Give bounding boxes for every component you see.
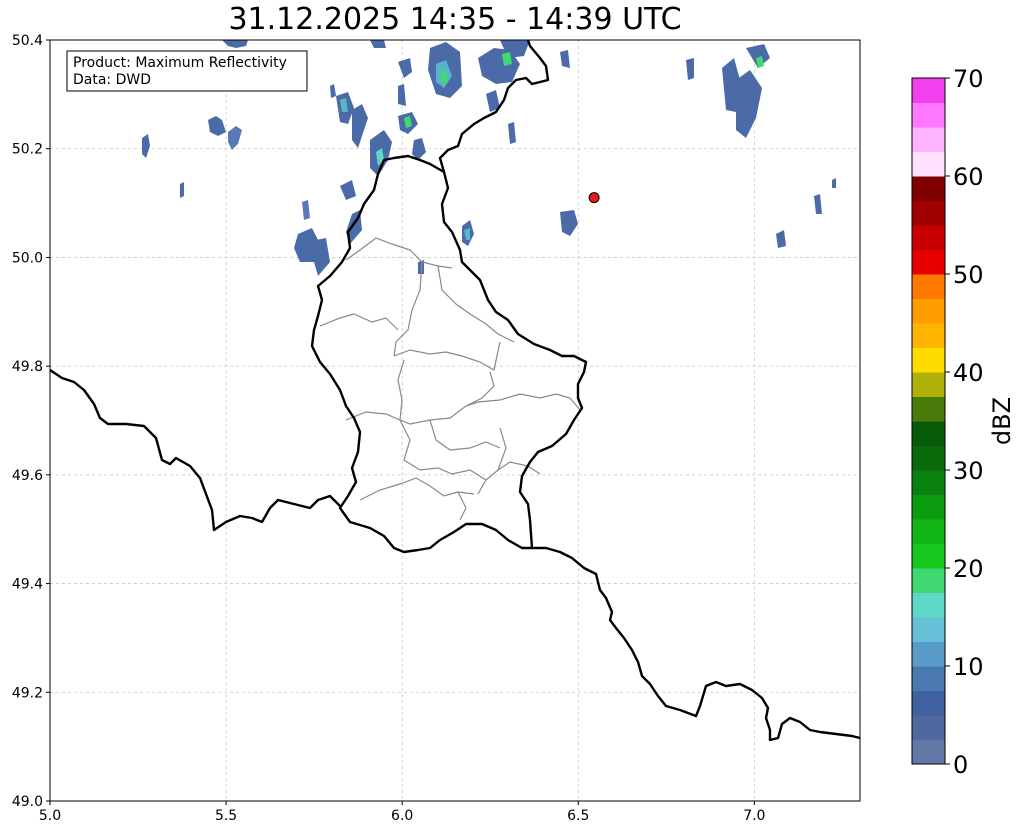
info-data-text: Data: DWD xyxy=(73,72,151,88)
colorbar-segment xyxy=(912,323,945,348)
y-tick-label: 49.8 xyxy=(12,359,43,375)
colorbar-segment xyxy=(912,274,945,299)
colorbar-segment xyxy=(912,200,945,226)
x-tick-label: 6.0 xyxy=(391,808,413,824)
colorbar-segment xyxy=(912,127,945,152)
colorbar-tick-label: 20 xyxy=(953,555,984,583)
colorbar-segment xyxy=(912,715,945,740)
colorbar-tick-label: 10 xyxy=(953,653,984,681)
colorbar-segment xyxy=(912,151,945,177)
y-axis: 49.0 49.2 49.4 49.6 49.8 50.0 50.2 50.4 xyxy=(12,33,50,810)
colorbar-tick-label: 50 xyxy=(953,261,984,289)
colorbar-segment xyxy=(912,421,945,446)
x-tick-label: 7.0 xyxy=(743,808,765,824)
y-tick-label: 50.2 xyxy=(12,142,43,158)
y-tick-label: 49.0 xyxy=(12,794,43,810)
colorbar-segment xyxy=(912,519,945,544)
colorbar-label: dBZ xyxy=(988,397,1016,445)
colorbar-tick-label: 70 xyxy=(953,65,984,93)
colorbar-segment xyxy=(912,470,945,495)
x-tick-label: 5.0 xyxy=(39,808,61,824)
colorbar-segment xyxy=(912,592,945,618)
x-tick-label: 5.5 xyxy=(215,808,237,824)
colorbar-tick-label: 30 xyxy=(953,457,984,485)
colorbar-segment xyxy=(912,102,945,128)
colorbar-segment xyxy=(912,396,945,422)
colorbar-segment xyxy=(912,543,945,569)
colorbar-segment xyxy=(912,347,945,373)
echo-cell xyxy=(180,182,184,198)
colorbar-tick-label: 60 xyxy=(953,163,984,191)
colorbar-segment xyxy=(912,617,945,642)
colorbar-ticks: 0 10 20 30 40 50 60 70 xyxy=(945,65,984,779)
radar-map-figure: Product: Maximum Reflectivity Data: DWD … xyxy=(12,33,1016,824)
location-marker xyxy=(588,192,600,204)
plot-area: Product: Maximum Reflectivity Data: DWD xyxy=(49,39,861,802)
y-tick-label: 49.6 xyxy=(12,468,43,484)
y-tick-label: 49.4 xyxy=(12,577,43,593)
colorbar-tick-label: 40 xyxy=(953,359,984,387)
colorbar-segment xyxy=(912,225,945,250)
colorbar-segment xyxy=(912,176,945,201)
colorbar-segment xyxy=(912,739,945,765)
info-box: Product: Maximum Reflectivity Data: DWD xyxy=(66,50,308,92)
colorbar-segment xyxy=(912,690,945,716)
colorbar-segment xyxy=(912,666,945,691)
x-tick-label: 6.5 xyxy=(567,808,589,824)
info-product-text: Product: Maximum Reflectivity xyxy=(73,55,287,71)
y-tick-label: 49.2 xyxy=(12,685,43,701)
y-tick-label: 50.0 xyxy=(12,250,43,266)
x-axis: 5.0 5.5 6.0 6.5 7.0 xyxy=(39,801,765,824)
colorbar-segment xyxy=(912,494,945,520)
colorbar-segments xyxy=(912,78,945,765)
colorbar-segment xyxy=(912,298,945,324)
colorbar-segment xyxy=(912,445,945,471)
colorbar-segment xyxy=(912,249,945,275)
colorbar-segment xyxy=(912,372,945,397)
y-tick-label: 50.4 xyxy=(12,33,43,49)
map-background xyxy=(50,40,860,801)
colorbar-segment xyxy=(912,568,945,593)
colorbar: 0 10 20 30 40 50 60 70 dBZ xyxy=(911,65,1016,779)
colorbar-segment xyxy=(912,641,945,667)
colorbar-segment xyxy=(912,78,945,103)
colorbar-tick-label: 0 xyxy=(953,751,968,779)
